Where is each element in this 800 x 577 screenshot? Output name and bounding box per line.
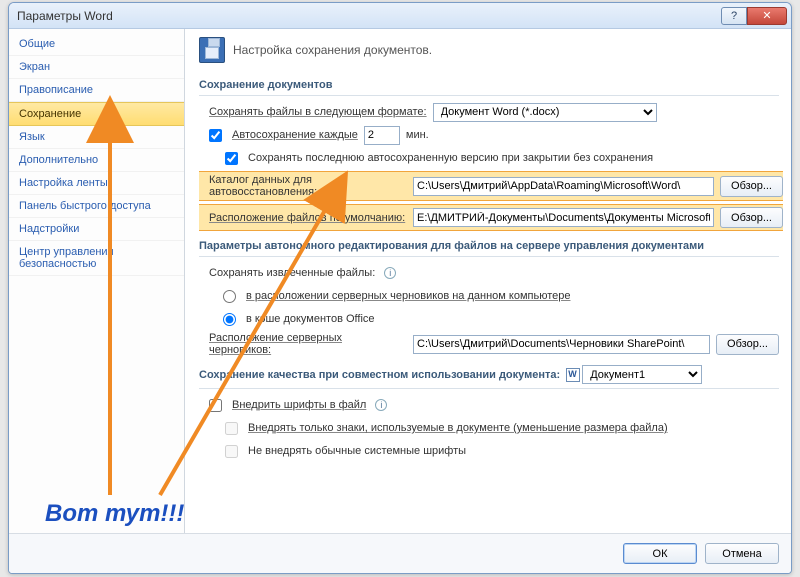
- save-checked-label: Сохранять извлеченные файлы:: [209, 267, 375, 279]
- sidebar-item-2[interactable]: Правописание: [9, 79, 184, 102]
- default-location-browse-button[interactable]: Обзор...: [720, 207, 783, 228]
- default-location-input[interactable]: [413, 208, 714, 227]
- dialog-body: ОбщиеЭкранПравописаниеСохранениеЯзыкДопо…: [9, 29, 791, 533]
- save-format-label: Сохранять файлы в следующем формате:: [209, 106, 427, 118]
- autorecover-browse-button[interactable]: Обзор...: [720, 176, 783, 197]
- radio-server-drafts-label: в расположении серверных черновиков на д…: [246, 290, 570, 302]
- sidebar-item-4[interactable]: Язык: [9, 126, 184, 149]
- autosave-label: Автосохранение каждые: [232, 129, 358, 141]
- radio-server-drafts[interactable]: [223, 290, 236, 303]
- autosave-minutes-input[interactable]: [364, 126, 400, 145]
- sidebar-item-8[interactable]: Надстройки: [9, 218, 184, 241]
- row-no-system-fonts: Не внедрять обычные системные шрифты: [225, 441, 779, 461]
- close-button[interactable]: ✕: [747, 7, 787, 25]
- autosave-unit: мин.: [406, 129, 429, 141]
- server-drafts-input[interactable]: [413, 335, 710, 354]
- autorecover-path-input[interactable]: [413, 177, 714, 196]
- embed-fonts-label: Внедрить шрифты в файл: [232, 399, 366, 411]
- section-quality: Сохранение качества при совместном испол…: [199, 359, 779, 389]
- row-default-location: Расположение файлов по умолчанию: Обзор.…: [199, 204, 783, 231]
- no-system-fonts-checkbox: [225, 445, 238, 458]
- row-autosave: Автосохранение каждые мин.: [209, 125, 779, 145]
- row-save-checked-out: Сохранять извлеченные файлы: i: [209, 263, 779, 283]
- row-embed-used-only: Внедрять только знаки, используемые в до…: [225, 418, 779, 438]
- embed-used-only-checkbox: [225, 422, 238, 435]
- sidebar-item-1[interactable]: Экран: [9, 56, 184, 79]
- autorecover-label: Каталог данных для автовосстановления:: [209, 174, 407, 198]
- document-icon: [566, 368, 580, 382]
- ok-button[interactable]: ОК: [623, 543, 697, 564]
- sidebar-item-3[interactable]: Сохранение: [9, 102, 184, 126]
- server-drafts-browse-button[interactable]: Обзор...: [716, 334, 779, 355]
- sidebar-item-9[interactable]: Центр управления безопасностью: [9, 241, 184, 276]
- row-embed-fonts: Внедрить шрифты в файл i: [209, 395, 779, 415]
- row-radio-server-drafts: в расположении серверных черновиков на д…: [223, 286, 779, 306]
- keep-last-label: Сохранять последнюю автосохраненную верс…: [248, 152, 653, 164]
- window-title: Параметры Word: [17, 9, 721, 23]
- save-format-select[interactable]: Документ Word (*.docx): [433, 103, 657, 122]
- row-autorecover-path: Каталог данных для автовосстановления: О…: [199, 171, 783, 201]
- help-button[interactable]: ?: [721, 7, 747, 25]
- row-server-drafts-path: Расположение серверных черновиков: Обзор…: [209, 332, 779, 356]
- save-icon: [199, 37, 225, 63]
- content-header: Настройка сохранения документов.: [199, 37, 779, 63]
- section-save-documents: Сохранение документов: [199, 73, 779, 96]
- window-buttons: ? ✕: [721, 7, 787, 25]
- radio-office-cache-label: в кэше документов Office: [246, 313, 375, 325]
- sidebar-item-6[interactable]: Настройка ленты: [9, 172, 184, 195]
- section-server: Параметры автономного редактирования для…: [199, 234, 779, 257]
- section-quality-label: Сохранение качества при совместном испол…: [199, 369, 560, 381]
- default-location-label: Расположение файлов по умолчанию:: [209, 212, 407, 224]
- row-keep-last: Сохранять последнюю автосохраненную верс…: [225, 148, 779, 168]
- titlebar: Параметры Word ? ✕: [9, 3, 791, 29]
- embed-used-only-label: Внедрять только знаки, используемые в до…: [248, 422, 668, 434]
- sidebar-item-7[interactable]: Панель быстрого доступа: [9, 195, 184, 218]
- sidebar: ОбщиеЭкранПравописаниеСохранениеЯзыкДопо…: [9, 29, 185, 533]
- row-save-format: Сохранять файлы в следующем формате: Док…: [209, 102, 779, 122]
- no-system-fonts-label: Не внедрять обычные системные шрифты: [248, 445, 466, 457]
- quality-document-select[interactable]: Документ1: [582, 365, 702, 384]
- cancel-button[interactable]: Отмена: [705, 543, 779, 564]
- sidebar-item-5[interactable]: Дополнительно: [9, 149, 184, 172]
- embed-fonts-checkbox[interactable]: [209, 399, 222, 412]
- server-drafts-label: Расположение серверных черновиков:: [209, 332, 407, 356]
- info-icon: i: [384, 267, 396, 279]
- info-icon: i: [375, 399, 387, 411]
- dialog-footer: ОК Отмена: [9, 533, 791, 573]
- sidebar-item-0[interactable]: Общие: [9, 33, 184, 56]
- autosave-checkbox[interactable]: [209, 129, 222, 142]
- options-dialog: Параметры Word ? ✕ ОбщиеЭкранПравописани…: [8, 2, 792, 574]
- keep-last-checkbox[interactable]: [225, 152, 238, 165]
- content-pane: Настройка сохранения документов. Сохране…: [185, 29, 791, 533]
- row-radio-office-cache: в кэше документов Office: [223, 309, 779, 329]
- radio-office-cache[interactable]: [223, 313, 236, 326]
- content-header-text: Настройка сохранения документов.: [233, 43, 432, 57]
